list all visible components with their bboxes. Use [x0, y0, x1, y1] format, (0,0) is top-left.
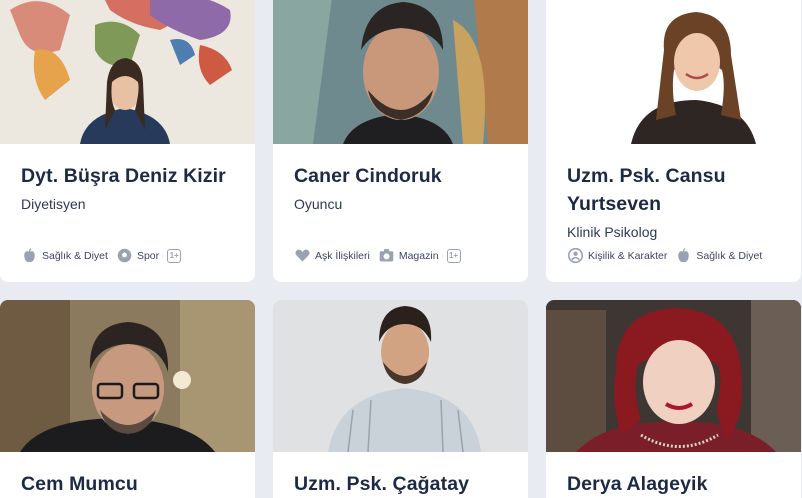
tag-saglik-diyet[interactable]: Sağlık & Diyet	[21, 247, 108, 264]
person-icon	[567, 247, 584, 264]
expert-card[interactable]: Uzm. Psk. Cansu Yurtseven Klinik Psikolo…	[546, 0, 801, 282]
heart-icon	[295, 249, 310, 262]
expert-card[interactable]: Cem Mumcu	[0, 300, 255, 498]
apple-icon	[24, 248, 35, 263]
more-tags-badge[interactable]: 1+	[167, 248, 182, 263]
expert-photo	[546, 300, 801, 452]
expert-role: Oyuncu	[294, 196, 343, 212]
more-tags-badge[interactable]: 1+	[446, 248, 461, 263]
tag-saglik-diyet[interactable]: Sağlık & Diyet	[675, 247, 762, 264]
tag-magazin[interactable]: Magazin	[378, 247, 439, 264]
tag-kisilik-karakter[interactable]: Kişilik & Karakter	[567, 247, 667, 264]
expert-name: Dyt. Büşra Deniz Kizir	[21, 165, 226, 187]
tag-label: Aşk İlişkileri	[315, 249, 370, 262]
expert-grid: Dyt. Büşra Deniz Kizir Diyetisyen Sağlık…	[0, 0, 802, 498]
expert-name: Derya Alageyik	[567, 473, 708, 495]
tag-spor[interactable]: Spor	[116, 247, 159, 264]
category-tags: Sağlık & Diyet Spor 1+	[21, 247, 182, 264]
expert-photo	[0, 300, 255, 452]
expert-card[interactable]: Caner Cindoruk Oyuncu Aşk İlişkileri Mag…	[273, 0, 528, 282]
expert-name: Caner Cindoruk	[294, 165, 442, 187]
expert-photo	[546, 0, 801, 144]
tag-label: Spor	[136, 249, 160, 262]
tag-label: Sağlık & Diyet	[696, 249, 763, 262]
expert-photo	[273, 300, 528, 452]
expert-name: Cem Mumcu	[21, 473, 138, 495]
tag-label: Sağlık & Diyet	[42, 249, 108, 262]
expert-name: Uzm. Psk. Cansu Yurtseven	[567, 165, 726, 215]
expert-role: Klinik Psikolog	[567, 224, 658, 240]
expert-card[interactable]: Dyt. Büşra Deniz Kizir Diyetisyen Sağlık…	[0, 0, 255, 282]
ball-icon	[117, 248, 132, 263]
expert-card[interactable]: Uzm. Psk. Çağatay	[273, 300, 528, 498]
category-tags: Aşk İlişkileri Magazin 1+	[294, 247, 461, 264]
expert-photo	[273, 0, 528, 144]
expert-photo	[0, 0, 255, 144]
expert-name: Uzm. Psk. Çağatay	[294, 473, 470, 495]
tag-ask-iliskileri[interactable]: Aşk İlişkileri	[294, 247, 370, 264]
expert-role: Diyetisyen	[21, 196, 86, 212]
camera-icon	[379, 249, 394, 262]
apple-icon	[678, 248, 690, 263]
tag-label: Magazin	[398, 249, 439, 262]
expert-card[interactable]: Derya Alageyik	[546, 300, 801, 498]
category-tags: Kişilik & Karakter Sağlık & Diyet	[567, 247, 762, 264]
tag-label: Kişilik & Karakter	[588, 249, 668, 262]
